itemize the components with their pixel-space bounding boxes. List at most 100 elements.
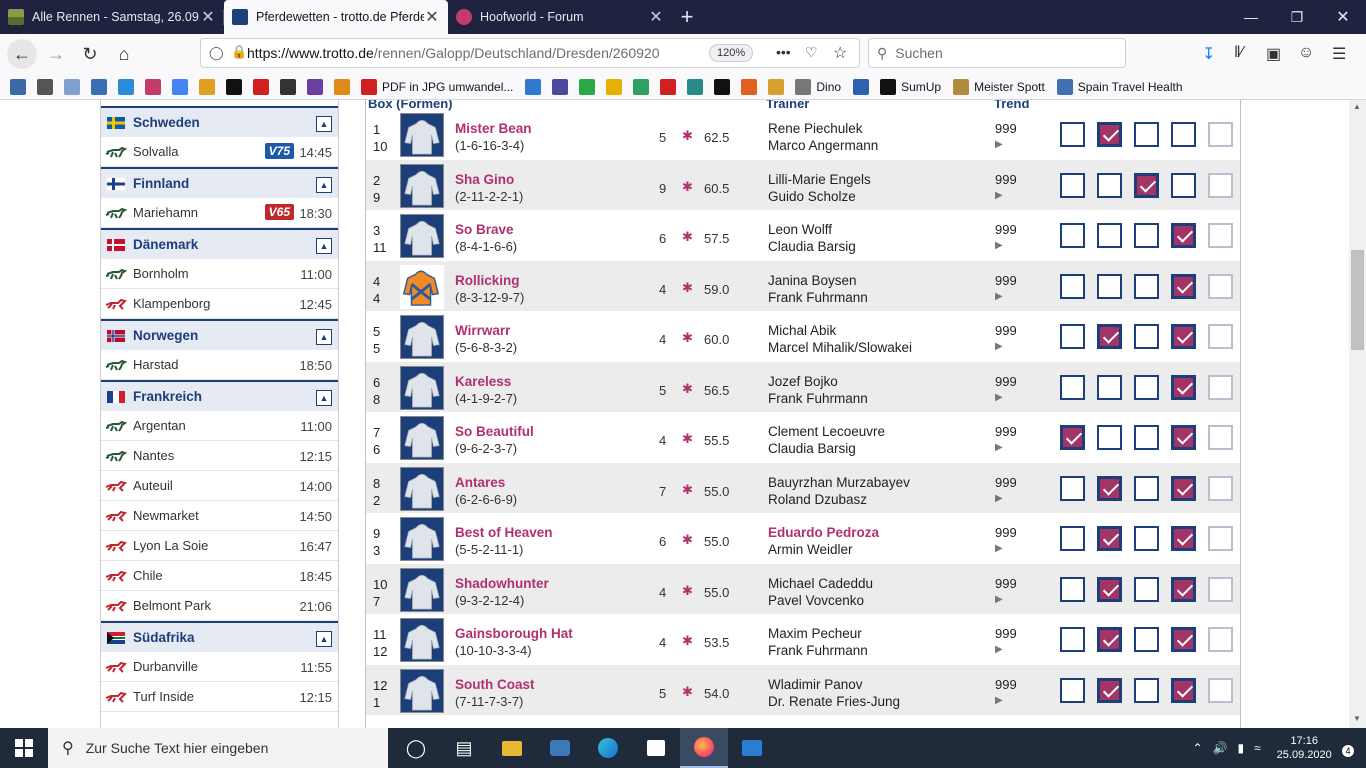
bet-checkbox[interactable] (1097, 122, 1122, 147)
play-arrow-icon[interactable]: ▶ (995, 190, 1003, 201)
country-header-fi[interactable]: Finnland ▲ (101, 167, 338, 198)
bet-checkbox[interactable] (1060, 122, 1085, 147)
bet-checkbox[interactable] (1060, 374, 1085, 400)
file-explorer-icon[interactable] (488, 728, 536, 768)
collapse-icon[interactable]: ▲ (316, 390, 332, 406)
notifications-icon[interactable]: ▫4 (1342, 741, 1354, 757)
scrollbar-thumb[interactable] (1351, 250, 1364, 350)
cortana-icon[interactable]: ◯ (392, 728, 440, 768)
bookmark-item[interactable]: Meister Spott (953, 78, 1045, 95)
minimize-button[interactable]: — (1228, 0, 1274, 34)
bet-checkbox[interactable] (1171, 122, 1196, 147)
reload-button[interactable]: ↻ (75, 39, 105, 69)
bookmark-item[interactable] (525, 78, 546, 95)
bookmark-item[interactable] (334, 78, 355, 95)
clock[interactable]: 17:16 25.09.2020 (1277, 734, 1332, 762)
url-bar[interactable]: ◯ 🔒 https://www.trotto.de/rennen/Galopp/… (200, 38, 860, 68)
back-button[interactable]: ← (7, 39, 37, 69)
country-header-za[interactable]: Südafrika ▲ (101, 621, 338, 652)
bet-checkbox[interactable] (1171, 526, 1196, 551)
horse-name-link[interactable]: Gainsborough Hat (455, 626, 573, 641)
play-arrow-icon[interactable]: ▶ (995, 291, 1003, 302)
horse-name-link[interactable]: Best of Heaven (455, 525, 553, 540)
bookmark-item[interactable] (552, 78, 573, 95)
bet-checkbox[interactable] (1134, 526, 1159, 551)
track-item[interactable]: Turf Inside 12:15 (101, 682, 338, 712)
bet-checkbox[interactable] (1208, 374, 1233, 400)
bet-checkbox[interactable] (1060, 627, 1085, 652)
bookmark-item[interactable] (91, 78, 112, 95)
bet-checkbox[interactable] (1208, 576, 1233, 602)
start-button[interactable] (0, 728, 48, 768)
bet-checkbox[interactable] (1171, 475, 1196, 501)
track-item[interactable]: Lyon La Soie 16:47 (101, 531, 338, 561)
menu-icon[interactable]: ☰ (1332, 44, 1346, 64)
play-arrow-icon[interactable]: ▶ (995, 341, 1003, 352)
track-item[interactable]: Belmont Park 21:06 (101, 591, 338, 621)
bet-checkbox[interactable] (1097, 627, 1122, 652)
track-item[interactable]: Klampenborg 12:45 (101, 289, 338, 319)
bookmark-item[interactable] (253, 78, 274, 95)
track-item[interactable]: Argentan 11:00 (101, 411, 338, 441)
bookmark-item[interactable] (741, 78, 762, 95)
bookmark-item[interactable]: Dino (795, 78, 841, 95)
horse-name-link[interactable]: Kareless (455, 374, 511, 389)
country-header-se[interactable]: Schweden ▲ (101, 106, 338, 137)
country-header-fr[interactable]: Frankreich ▲ (101, 380, 338, 411)
bookmark-item[interactable]: Spain Travel Health (1056, 78, 1183, 95)
bookmark-item[interactable] (606, 78, 627, 95)
play-arrow-icon[interactable]: ▶ (995, 240, 1003, 251)
bet-checkbox[interactable] (1171, 324, 1196, 349)
bet-checkbox[interactable] (1208, 122, 1233, 147)
volume-icon[interactable]: 🔊 (1213, 741, 1228, 755)
bookmark-item[interactable] (64, 78, 85, 95)
play-arrow-icon[interactable]: ▶ (995, 594, 1003, 605)
bookmark-item[interactable] (660, 78, 681, 95)
taskbar-search-input[interactable]: ⚲ Zur Suche Text hier eingeben (48, 728, 388, 768)
lock-icon[interactable]: 🔒 (231, 44, 247, 60)
collapse-icon[interactable]: ▲ (316, 238, 332, 254)
bet-checkbox[interactable] (1097, 374, 1122, 400)
bet-checkbox[interactable] (1171, 374, 1196, 400)
bet-checkbox[interactable] (1171, 425, 1196, 450)
download-icon[interactable]: ↧ (1202, 44, 1215, 64)
close-window-button[interactable]: ✕ (1320, 0, 1366, 34)
play-arrow-icon[interactable]: ▶ (995, 139, 1003, 150)
bookmark-item[interactable] (579, 78, 600, 95)
bet-checkbox[interactable] (1208, 172, 1233, 198)
bet-checkbox[interactable] (1097, 324, 1122, 349)
bet-checkbox[interactable] (1097, 576, 1122, 602)
bookmark-item[interactable] (280, 78, 301, 95)
library-icon[interactable]: ‖⁄ (1234, 44, 1243, 62)
track-item[interactable]: Bornholm 11:00 (101, 259, 338, 289)
bookmark-item[interactable] (768, 78, 789, 95)
bet-checkbox[interactable] (1097, 677, 1122, 703)
close-tab-icon[interactable]: ✕ (424, 7, 440, 27)
track-item[interactable]: Auteuil 14:00 (101, 471, 338, 501)
track-item[interactable]: Newmarket 14:50 (101, 501, 338, 531)
play-arrow-icon[interactable]: ▶ (995, 493, 1003, 504)
bet-checkbox[interactable] (1134, 425, 1159, 450)
show-hidden-icons-icon[interactable]: ⌃ (1192, 741, 1202, 755)
bet-checkbox[interactable] (1134, 374, 1159, 400)
bet-checkbox[interactable] (1060, 526, 1085, 551)
scroll-down-icon[interactable]: ▼ (1353, 714, 1361, 723)
page-scrollbar[interactable]: ▲ ▼ (1349, 100, 1366, 728)
horse-name-link[interactable]: So Brave (455, 222, 514, 237)
bet-checkbox[interactable] (1208, 425, 1233, 450)
collapse-icon[interactable]: ▲ (316, 329, 332, 345)
bet-checkbox[interactable] (1060, 223, 1085, 248)
bet-checkbox[interactable] (1134, 122, 1159, 147)
bet-checkbox[interactable] (1171, 576, 1196, 602)
bet-checkbox[interactable] (1097, 223, 1122, 248)
forward-button[interactable]: → (41, 39, 71, 69)
bet-checkbox[interactable] (1060, 425, 1085, 450)
search-input[interactable]: ⚲ Suchen (868, 38, 1126, 68)
bet-checkbox[interactable] (1134, 627, 1159, 652)
tab-hoofworld[interactable]: Hoofworld - Forum ✕ (448, 0, 672, 34)
url-text[interactable]: https://www.trotto.de/rennen/Galopp/Deut… (247, 45, 667, 61)
scroll-up-icon[interactable]: ▲ (1353, 102, 1361, 111)
bet-type-badge[interactable]: V65 (264, 204, 294, 220)
horse-name-link[interactable]: Wirrwarr (455, 323, 510, 338)
bookmark-item[interactable] (199, 78, 220, 95)
